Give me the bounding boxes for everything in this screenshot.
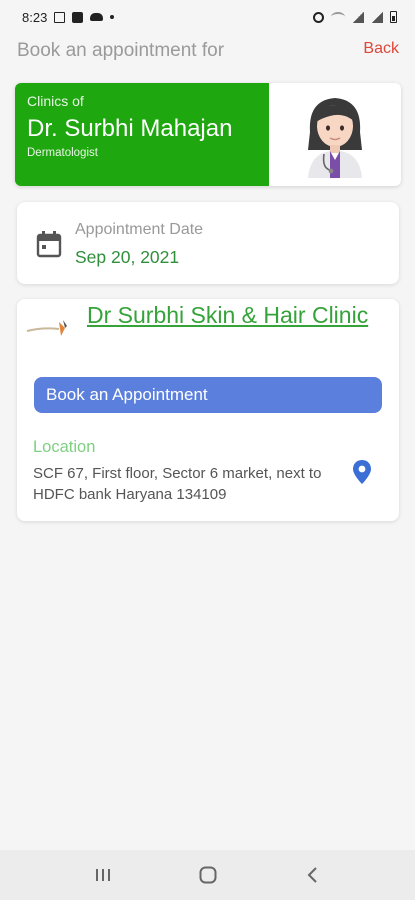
appointment-date-card[interactable]: Appointment Date Sep 20, 2021 xyxy=(17,202,399,284)
signal-icon xyxy=(352,11,364,23)
location-label: Location xyxy=(33,438,96,456)
alarm-icon xyxy=(313,11,324,23)
clinic-name-link[interactable]: Dr Surbhi Skin & Hair Clinic xyxy=(87,301,387,330)
woman-doctor-icon xyxy=(308,97,362,178)
book-appointment-button[interactable]: Book an Appointment xyxy=(34,377,382,413)
calendar-icon xyxy=(36,230,62,263)
doctor-name: Dr. Surbhi Mahajan xyxy=(27,115,233,142)
message-notification-icon xyxy=(72,11,84,23)
battery-icon xyxy=(390,11,397,23)
header: Book an appointment for Back xyxy=(0,40,415,66)
system-nav-bar xyxy=(0,850,415,900)
doctor-avatar xyxy=(269,83,401,186)
status-left: 8:23 xyxy=(22,9,115,25)
cloud-notification-icon xyxy=(90,13,104,21)
back-button[interactable]: Back xyxy=(363,40,399,58)
wifi-icon xyxy=(331,12,345,22)
status-right xyxy=(313,11,397,23)
more-notifications-dot-icon xyxy=(110,15,115,19)
page-title: Book an appointment for xyxy=(17,40,225,61)
home-button[interactable] xyxy=(188,855,228,895)
signal-icon-2 xyxy=(371,11,383,23)
doctor-specialty: Dermatologist xyxy=(27,147,98,159)
nav-back-button[interactable] xyxy=(293,855,333,895)
clinic-logo xyxy=(25,314,73,345)
doctor-info: Clinics of Dr. Surbhi Mahajan Dermatolog… xyxy=(15,83,269,186)
clinics-of-label: Clinics of xyxy=(27,93,84,109)
location-pin-icon[interactable] xyxy=(352,459,372,490)
chevron-left-icon xyxy=(307,867,317,883)
status-time: 8:23 xyxy=(22,9,48,25)
appointment-date-value[interactable]: Sep 20, 2021 xyxy=(75,247,179,268)
clinic-card: Dr Surbhi Skin & Hair Clinic Book an App… xyxy=(17,299,399,521)
image-notification-icon xyxy=(54,11,66,23)
status-bar: 8:23 xyxy=(0,0,415,34)
recent-apps-icon xyxy=(95,869,110,881)
recent-apps-button[interactable] xyxy=(83,855,123,895)
doctor-card: Clinics of Dr. Surbhi Mahajan Dermatolog… xyxy=(15,83,401,186)
appointment-date-label: Appointment Date xyxy=(75,221,204,238)
clinic-address: SCF 67, First floor, Sector 6 market, ne… xyxy=(33,465,322,503)
home-icon xyxy=(199,866,216,884)
